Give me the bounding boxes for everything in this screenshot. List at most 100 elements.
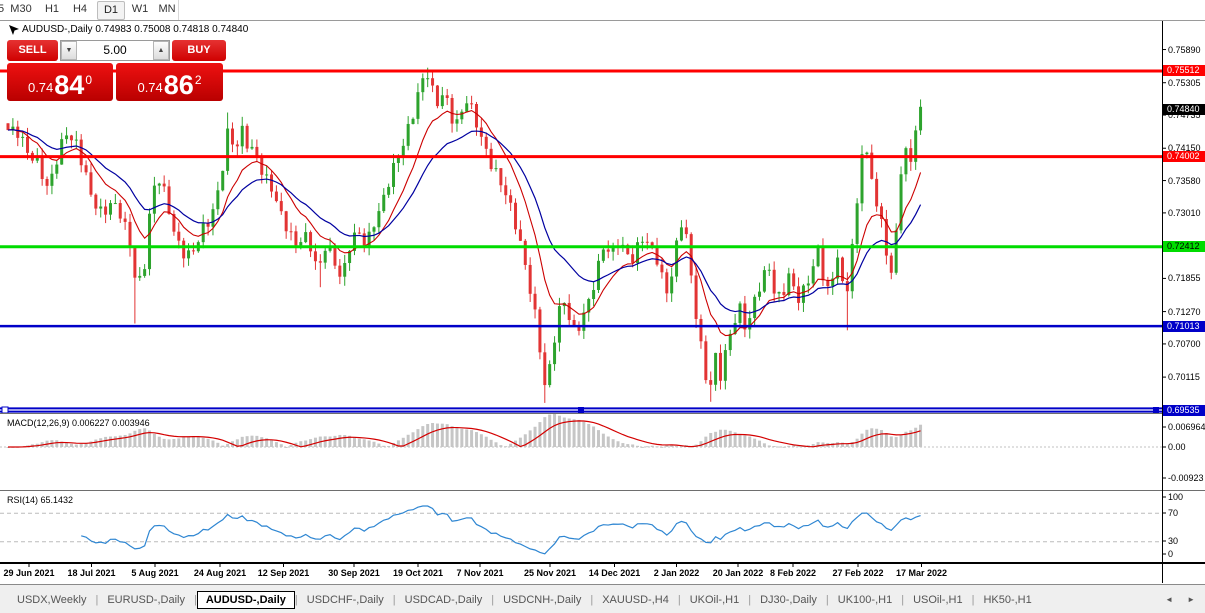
price-axis-label: 0.75305 [1168, 78, 1201, 89]
candlestick [392, 163, 395, 187]
macd-label: MACD(12,26,9) 0.006227 0.003946 [7, 418, 150, 428]
candlestick [641, 242, 644, 243]
line-handle[interactable] [2, 407, 8, 413]
date-axis-label: 2 Jan 2022 [654, 568, 700, 578]
macd-histogram-bar [885, 433, 888, 447]
candlestick [299, 242, 302, 245]
candlestick [836, 258, 839, 279]
buy-price-big: 86 [164, 72, 194, 99]
macd-histogram-bar [129, 433, 132, 447]
macd-histogram-bar [158, 437, 161, 447]
price-level-label: 0.72412 [1163, 241, 1205, 252]
macd-histogram-bar [504, 446, 507, 447]
volume-control: ▼ 5.00 ▲ [60, 40, 170, 61]
chart-tab-uk100-h1[interactable]: UK100-,H1 [829, 592, 901, 608]
candlestick [470, 103, 473, 104]
candlestick [138, 276, 141, 278]
candlestick [50, 174, 53, 186]
line-handle[interactable] [578, 407, 584, 413]
macd-histogram-bar [495, 442, 498, 447]
candlestick [812, 266, 815, 283]
date-axis-label: 27 Feb 2022 [832, 568, 883, 578]
macd-histogram-bar [782, 447, 785, 448]
candlestick [495, 168, 498, 169]
buy-button[interactable]: BUY [172, 40, 226, 61]
candlestick [758, 292, 761, 297]
candlestick [70, 135, 73, 140]
chart-tab-audusd-daily[interactable]: AUDUSD-,Daily [197, 591, 295, 609]
candlestick [109, 203, 112, 215]
chart-tab-bar: USDX,Weekly|EURUSD-,Daily|AUDUSD-,Daily|… [0, 584, 1205, 613]
macd-histogram-bar [451, 426, 454, 447]
date-axis-label: 7 Nov 2021 [456, 568, 503, 578]
current-price-label: 0.74840 [1163, 104, 1205, 115]
candlestick [358, 233, 361, 234]
macd-histogram-bar [509, 444, 512, 447]
candlestick [739, 303, 742, 322]
candlestick [16, 127, 19, 138]
candlestick [168, 186, 171, 214]
line-handle[interactable] [1153, 407, 1159, 413]
candlestick [148, 214, 151, 269]
sell-price-tile[interactable]: 0.74840 [7, 63, 113, 101]
candlestick [778, 292, 781, 294]
chart-tab-usoil-h1[interactable]: USOil-,H1 [904, 592, 972, 608]
macd-histogram-bar [631, 444, 634, 447]
macd-histogram-bar [407, 435, 410, 447]
volume-decrease-button[interactable]: ▼ [61, 41, 77, 60]
candlestick [748, 318, 751, 329]
macd-histogram-bar [480, 434, 483, 447]
candlestick [124, 219, 127, 222]
candlestick [270, 174, 273, 191]
chart-tab-usdchf-daily[interactable]: USDCHF-,Daily [298, 592, 393, 608]
buy-price-base: 0.74 [137, 77, 162, 99]
rsi-axis-label: 30 [1168, 536, 1178, 547]
macd-histogram-bar [621, 443, 624, 447]
buy-price-tile[interactable]: 0.74862 [116, 63, 223, 101]
chart-tab-hk50-h1[interactable]: HK50-,H1 [974, 592, 1040, 608]
tab-scroll-right[interactable]: ► [1187, 595, 1195, 604]
chart-tab-dj30-daily[interactable]: DJ30-,Daily [751, 592, 826, 608]
candlestick [21, 137, 24, 138]
candlestick [207, 223, 210, 226]
volume-input[interactable]: 5.00 [77, 41, 153, 60]
sell-price-base: 0.74 [28, 77, 53, 99]
macd-histogram-bar [197, 437, 200, 447]
candlestick [753, 297, 756, 318]
chart-tab-xauusd-h4[interactable]: XAUUSD-,H4 [593, 592, 678, 608]
chart-tab-eurusd-daily[interactable]: EURUSD-,Daily [98, 592, 194, 608]
candlestick [538, 309, 541, 352]
macd-histogram-bar [94, 440, 97, 447]
candlestick [856, 203, 859, 244]
macd-histogram-bar [651, 446, 654, 447]
chart-tab-usdcnh-daily[interactable]: USDCNH-,Daily [494, 592, 590, 608]
macd-histogram-bar [246, 436, 249, 447]
macd-histogram-bar [163, 439, 166, 447]
tab-scroll-left[interactable]: ◄ [1165, 595, 1173, 604]
date-axis-label: 5 Aug 2021 [131, 568, 178, 578]
candlestick [294, 231, 297, 245]
chart-tab-usdcad-daily[interactable]: USDCAD-,Daily [396, 592, 492, 608]
candlestick [660, 265, 663, 273]
candlestick [763, 270, 766, 291]
rsi-label: RSI(14) 65.1432 [7, 495, 73, 505]
volume-increase-button[interactable]: ▲ [153, 41, 169, 60]
candlestick [319, 261, 322, 262]
rsi-axis-label: 100 [1168, 492, 1183, 503]
candlestick [441, 95, 444, 106]
macd-histogram-bar [602, 434, 605, 447]
date-axis-label: 17 Mar 2022 [896, 568, 947, 578]
macd-histogram-bar [880, 430, 883, 447]
chart-tab-usdx-weekly[interactable]: USDX,Weekly [8, 592, 95, 608]
sell-button[interactable]: SELL [7, 40, 58, 61]
candlestick [534, 294, 537, 310]
candlestick [231, 129, 234, 145]
chart-tab-ukoil-h1[interactable]: UKOil-,H1 [681, 592, 749, 608]
macd-histogram-bar [260, 437, 263, 447]
macd-histogram-bar [99, 438, 102, 447]
one-click-trade-panel: SELL ▼ 5.00 ▲ BUY 0.74840 0.74862 [7, 40, 226, 101]
candlestick [304, 232, 307, 242]
date-axis-label: 19 Oct 2021 [393, 568, 443, 578]
candlestick [890, 256, 893, 273]
macd-histogram-bar [275, 442, 278, 447]
